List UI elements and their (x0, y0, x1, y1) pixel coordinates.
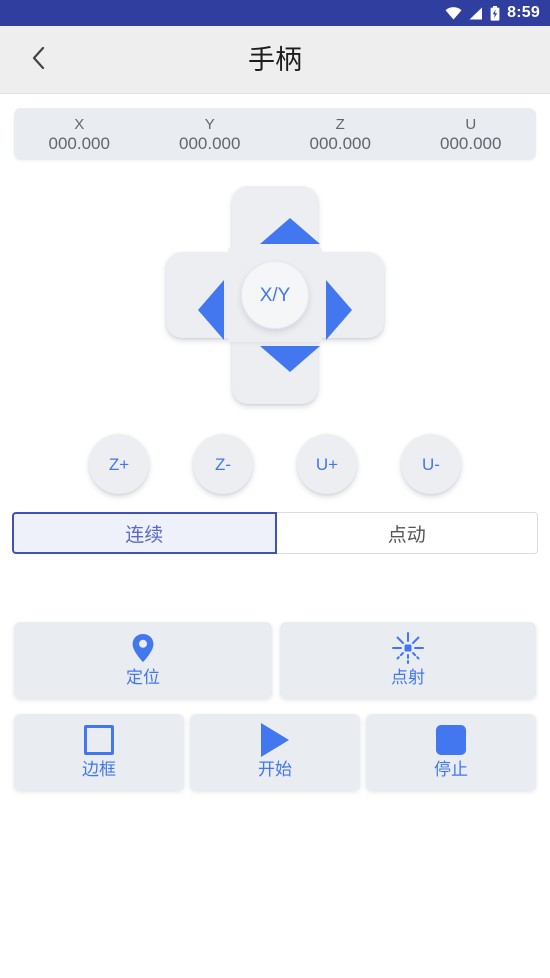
coordinate-cell-x: X 000.000 (14, 108, 145, 160)
axis-button-label: U- (422, 454, 440, 474)
location-pin-icon (131, 633, 155, 663)
burst-button-label: 点射 (391, 668, 425, 687)
start-button-label: 开始 (258, 760, 292, 779)
wifi-icon (445, 6, 462, 20)
coordinate-value: 000.000 (309, 133, 371, 153)
coordinate-axis-label: X (74, 115, 85, 133)
coordinate-axis-label: Y (204, 115, 215, 133)
signal-icon (469, 7, 483, 20)
handset-control-screen: 8:59 手柄 X 000.000 Y 000.000 Z 000.000 U … (0, 0, 550, 978)
mode-option-label: 点动 (387, 524, 426, 546)
back-button[interactable] (16, 26, 60, 94)
dpad-center-label: X/Y (259, 284, 291, 306)
status-bar-clock: 8:59 (507, 4, 540, 21)
locate-button[interactable]: 定位 (14, 622, 272, 698)
direction-pad: X/Y (166, 186, 384, 404)
arrow-up-icon[interactable] (260, 218, 320, 244)
laser-burst-icon (392, 632, 424, 664)
axis-button-z-minus[interactable]: Z- (193, 434, 253, 494)
frame-button[interactable]: 边框 (14, 714, 184, 790)
chevron-left-icon (32, 46, 45, 74)
axis-button-label: Z+ (108, 454, 130, 474)
square-outline-icon (84, 725, 114, 755)
stop-button-label: 停止 (434, 760, 468, 779)
start-button[interactable]: 开始 (190, 714, 360, 790)
stop-square-icon (436, 725, 466, 755)
mode-option-label: 连续 (125, 524, 164, 546)
axis-button-u-plus[interactable]: U+ (297, 434, 357, 494)
title-bar: 手柄 (0, 26, 550, 94)
arrow-down-icon[interactable] (260, 346, 320, 372)
stop-button[interactable]: 停止 (366, 714, 536, 790)
mode-option-step[interactable]: 点动 (276, 512, 538, 554)
coordinate-value: 000.000 (48, 133, 110, 153)
burst-button[interactable]: 点射 (280, 622, 536, 698)
axis-button-z-plus[interactable]: Z+ (89, 434, 149, 494)
locate-button-label: 定位 (126, 668, 160, 687)
arrow-left-icon[interactable] (198, 280, 224, 340)
play-icon (261, 723, 289, 757)
coordinate-value: 000.000 (440, 133, 502, 153)
frame-button-label: 边框 (82, 760, 116, 779)
mode-option-continuous[interactable]: 连续 (12, 512, 277, 554)
axis-button-u-minus[interactable]: U- (401, 434, 461, 494)
coordinate-panel: X 000.000 Y 000.000 Z 000.000 U 000.000 (14, 108, 536, 160)
coordinate-axis-label: U (465, 115, 477, 133)
coordinate-value: 000.000 (179, 133, 241, 153)
arrow-right-icon[interactable] (326, 280, 352, 340)
coordinate-axis-label: Z (335, 115, 345, 133)
page-title: 手柄 (248, 44, 302, 75)
axis-button-label: U+ (315, 454, 339, 474)
mode-toggle: 连续 点动 (12, 512, 538, 554)
axis-button-label: Z- (214, 454, 232, 474)
coordinate-cell-y: Y 000.000 (145, 108, 276, 160)
axis-jog-button-row: Z+ Z- U+ U- (0, 434, 550, 494)
dpad-xy-center-button[interactable]: X/Y (241, 261, 309, 329)
coordinate-cell-z: Z 000.000 (275, 108, 406, 160)
status-bar: 8:59 (0, 0, 550, 26)
coordinate-cell-u: U 000.000 (406, 108, 537, 160)
battery-charging-icon (490, 5, 500, 21)
